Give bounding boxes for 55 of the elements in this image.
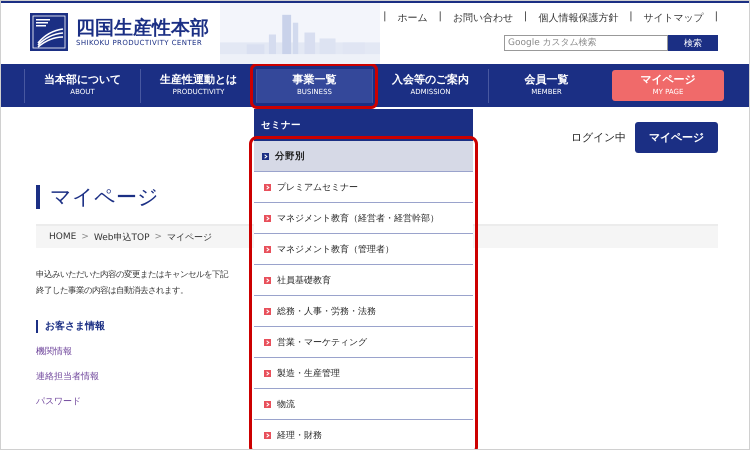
menu-heading[interactable]: セミナー [254, 109, 473, 141]
bullet-icon [264, 276, 271, 284]
header-link[interactable]: 個人情報保護方針 [538, 11, 618, 25]
menu-item[interactable]: 社員基礎教育 [254, 265, 473, 296]
bullet-icon [264, 370, 271, 376]
logo-icon [30, 13, 68, 51]
link-separator: | [383, 11, 386, 24]
link-separator: | [714, 11, 718, 24]
info-link[interactable]: 機関情報 [36, 346, 72, 358]
menu-item[interactable]: 経理・財務 [254, 420, 473, 449]
info-link[interactable]: 連絡担当者情報 [36, 371, 99, 383]
bullet-icon [262, 152, 269, 160]
bullet-icon [264, 184, 271, 190]
menu-item[interactable]: マネジメント教育（経営者・経営幹部） [254, 203, 473, 234]
bullet-icon [264, 214, 271, 222]
breadcrumb-link[interactable]: Web申込TOP [94, 230, 150, 244]
link-separator: | [629, 11, 633, 24]
link-separator: | [524, 11, 528, 24]
login-status: ログイン中 [571, 130, 626, 145]
menu-item-label: 営業・マーケティング [277, 336, 367, 348]
breadcrumb-link[interactable]: マイページ [167, 230, 212, 244]
menu-item[interactable]: 総務・人事・労務・法務 [254, 296, 473, 327]
menu-item[interactable]: プレミアムセミナー [254, 172, 473, 203]
menu-item-label: 経理・財務 [277, 430, 322, 442]
link-separator: | [438, 11, 442, 24]
header-link[interactable]: サイトマップ [644, 11, 704, 25]
breadcrumb-separator: > [81, 232, 89, 242]
search-button[interactable]: 検索 [668, 35, 718, 51]
intro-text: 申込みいただいた内容の変更またはキャンセルを下記 [36, 268, 228, 281]
header-link[interactable]: お問い合わせ [452, 11, 513, 25]
menu-category[interactable]: 分野別 [254, 141, 473, 172]
bullet-icon [264, 246, 271, 252]
search-field[interactable]: Google カスタム検索 [504, 35, 668, 51]
header-link[interactable]: ホーム [398, 11, 428, 25]
menu-item-label: 社員基礎教育 [277, 274, 331, 286]
menu-item-label: 物流 [277, 398, 295, 410]
menu-item-label: マネジメント教育（管理者） [277, 243, 394, 256]
bullet-icon [264, 338, 271, 346]
menu-item-label: 総務・人事・労務・法務 [277, 306, 376, 318]
bullet-icon [264, 400, 271, 408]
breadcrumb-separator: > [154, 232, 162, 242]
breadcrumb-link[interactable]: HOME [49, 232, 76, 242]
menu-item[interactable]: 営業・マーケティング [254, 327, 473, 358]
menu-item[interactable]: マネジメント教育（管理者） [254, 234, 473, 265]
mypage-button[interactable]: マイページ [635, 122, 718, 153]
bullet-icon [264, 308, 271, 314]
menu-item-label: 製造・生産管理 [277, 368, 340, 380]
menu-item-label: マネジメント教育（経営者・経営幹部） [277, 212, 439, 224]
category-label: 分野別 [275, 150, 305, 162]
menu-item[interactable]: 物流 [254, 389, 473, 420]
info-link[interactable]: パスワード [36, 396, 81, 408]
intro-text: 終了した事業の内容は自動消去されます。 [36, 284, 188, 297]
bullet-icon [264, 432, 271, 438]
logo-title: 四国生産性本部 [76, 17, 209, 39]
menu-item[interactable]: 製造・生産管理 [254, 358, 473, 389]
